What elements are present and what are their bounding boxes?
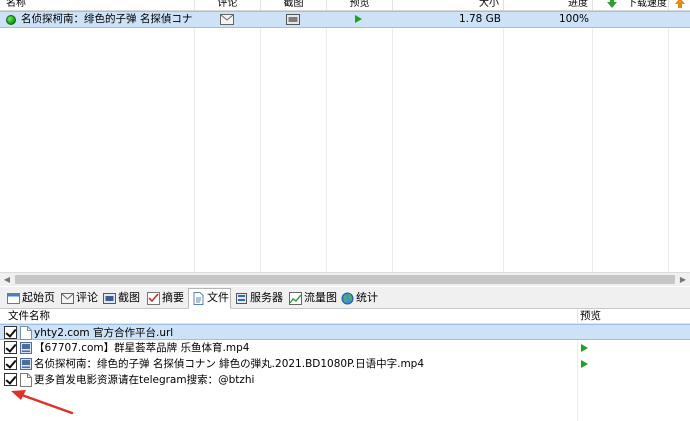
comments-icon[interactable] (220, 14, 234, 28)
task-list-header: 名称 评论 截图 预览 大小 进度 下载速度 (0, 0, 690, 11)
preview-play-icon[interactable] (581, 344, 588, 352)
file-checkbox[interactable] (4, 341, 17, 354)
tab-label: 摘要 (162, 291, 184, 304)
preview-play-icon[interactable] (355, 15, 362, 23)
scroll-left-icon[interactable]: ◀ (0, 274, 14, 286)
home-page-icon (7, 293, 20, 304)
column-header-size[interactable]: 大小 (393, 0, 504, 10)
tab-label: 文件 (207, 291, 229, 304)
column-header-screenshot[interactable]: 截图 (261, 0, 327, 10)
tab-start-page[interactable]: 起始页 (4, 289, 58, 308)
screenshot-tab-icon (103, 293, 116, 304)
tab-label: 统计 (356, 291, 378, 304)
column-header-file-preview[interactable]: 预览 (578, 309, 690, 324)
servers-tab-icon (236, 293, 247, 304)
statistics-globe-icon (341, 292, 354, 305)
file-row[interactable]: 名侦探柯南：绯色的子弹 名探偵コナン 緋色の弾丸.2021.BD1080P.日语… (0, 356, 690, 372)
tab-label: 服务器 (250, 291, 283, 304)
column-header-name[interactable]: 名称 (6, 0, 195, 10)
file-row[interactable]: 更多首发电影资源请在telegram搜索：@btzhi (0, 372, 690, 388)
task-list[interactable]: 名侦探柯南：绯色的子弹 名探偵コナン 1.78 GB 100% (0, 11, 690, 272)
scrollbar-thumb[interactable] (15, 275, 675, 284)
task-row[interactable]: 名侦探柯南：绯色的子弹 名探偵コナン 1.78 GB 100% (0, 11, 690, 28)
tab-traffic-graph[interactable]: 流量图 (286, 289, 338, 308)
preview-play-icon[interactable] (581, 360, 588, 368)
tab-files[interactable]: 文件 (188, 288, 231, 309)
scroll-right-icon[interactable]: ▶ (676, 274, 690, 286)
file-checkbox[interactable] (4, 357, 17, 370)
detail-tabs: 起始页 评论 截图 摘要 文件 服务器 流量图 统计 (0, 287, 690, 309)
column-header-preview[interactable]: 预览 (327, 0, 393, 10)
summary-checklist-icon (147, 292, 160, 305)
file-row[interactable]: yhty2.com 官方合作平台.url (0, 324, 690, 340)
task-name: 名侦探柯南：绯色的子弹 名探偵コナン (21, 13, 193, 25)
tab-comments[interactable]: 评论 (58, 289, 100, 308)
annotation-arrow (11, 390, 74, 415)
tab-summary[interactable]: 摘要 (144, 289, 188, 308)
column-header-progress[interactable]: 进度 (504, 0, 593, 10)
download-arrow-icon (593, 0, 617, 8)
file-row[interactable]: 【67707.com】群星荟萃品牌 乐鱼体育.mp4 (0, 340, 690, 356)
column-header-download-speed-label: 下载速度 (627, 0, 667, 9)
tab-label: 评论 (76, 291, 98, 304)
completed-status-icon (6, 15, 16, 25)
file-name: 名侦探柯南：绯色的子弹 名探偵コナン 緋色の弾丸.2021.BD1080P.日语… (34, 358, 425, 370)
url-file-icon (20, 326, 32, 340)
video-file-icon (20, 342, 32, 354)
tab-label: 起始页 (22, 291, 55, 304)
files-tab-icon (193, 292, 204, 305)
tab-servers[interactable]: 服务器 (232, 289, 286, 308)
column-header-download-speed[interactable]: 下载速度 (593, 0, 669, 10)
file-checkbox[interactable] (4, 326, 17, 339)
tab-label: 流量图 (304, 291, 337, 304)
tab-statistics[interactable]: 统计 (338, 289, 380, 308)
tab-screenshot[interactable]: 截图 (100, 289, 144, 308)
column-header-upload[interactable] (669, 0, 690, 10)
column-header-comments[interactable]: 评论 (195, 0, 261, 10)
file-name: 【67707.com】群星荟萃品牌 乐鱼体育.mp4 (34, 342, 250, 354)
file-list-header: 文件名称 预览 (0, 309, 690, 324)
upload-arrow-icon (675, 0, 685, 8)
comments-tab-icon (61, 293, 74, 304)
video-file-icon (20, 358, 32, 370)
horizontal-scrollbar[interactable]: ◀ ▶ (0, 272, 690, 286)
column-header-file-name[interactable]: 文件名称 (0, 309, 578, 324)
tab-label: 截图 (118, 291, 140, 304)
screenshot-icon[interactable] (286, 14, 300, 28)
task-progress: 100% (558, 13, 589, 25)
file-name: yhty2.com 官方合作平台.url (34, 327, 174, 339)
traffic-graph-icon (289, 292, 302, 305)
task-size: 1.78 GB (458, 13, 501, 25)
